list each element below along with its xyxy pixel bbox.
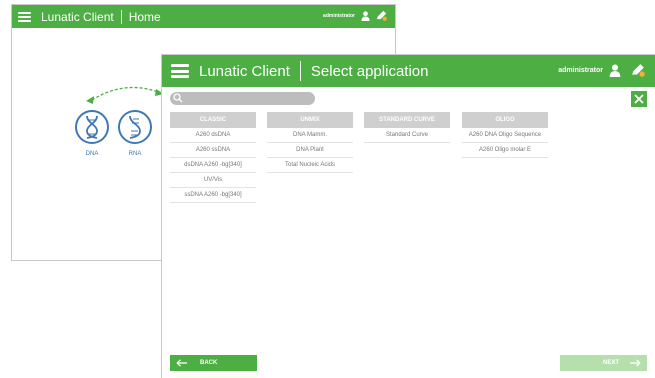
rna-app-label: RNA xyxy=(128,151,142,157)
user-name: administrator xyxy=(323,12,355,19)
header-title: Lunatic Client Select application xyxy=(199,61,428,81)
back-button[interactable]: BACK xyxy=(170,355,257,371)
column-oligo: OLIGO A260 DNA Oligo Sequence A260 Oligo… xyxy=(462,112,548,158)
select-application-window: Lunatic Client Select application admini… xyxy=(161,54,655,378)
column-standard-curve: STANDARD CURVE Standard Curve xyxy=(364,112,450,143)
menu-icon[interactable] xyxy=(18,11,31,22)
app-item[interactable]: DNA Plant xyxy=(267,143,353,158)
search-input[interactable] xyxy=(170,92,315,105)
app-title: Lunatic Client xyxy=(199,62,290,80)
home-header-bar: Lunatic Client Home administrator xyxy=(12,5,395,28)
column-unmix: UNMIX DNA Mamm. DNA Plant Total Nucleic … xyxy=(267,112,353,173)
page-title: Select application xyxy=(310,62,429,80)
column-header: UNMIX xyxy=(267,112,353,128)
column-classic: CLASSIC A260 dsDNA A260 ssDNA dsDNA A260… xyxy=(170,112,256,203)
select-header-bar: Lunatic Client Select application admini… xyxy=(162,55,655,87)
app-item[interactable]: Standard Curve xyxy=(364,128,450,143)
header-title: Lunatic Client Home xyxy=(41,9,161,24)
app-item[interactable]: A260 Oligo molar E xyxy=(462,143,548,158)
app-item[interactable]: A260 DNA Oligo Sequence xyxy=(462,128,548,143)
app-item[interactable]: A260 dsDNA xyxy=(170,128,256,143)
edit-icon[interactable] xyxy=(631,63,645,77)
app-title: Lunatic Client xyxy=(41,9,114,24)
page-title: Home xyxy=(128,9,161,24)
arrow-left-icon xyxy=(176,359,187,367)
app-item[interactable]: DNA Mamm. xyxy=(267,128,353,143)
column-header: CLASSIC xyxy=(170,112,256,128)
dna-icon xyxy=(86,115,98,139)
user-name: administrator xyxy=(558,66,603,74)
back-label: BACK xyxy=(200,360,218,366)
menu-icon[interactable] xyxy=(171,64,189,78)
title-divider xyxy=(299,61,301,81)
close-button[interactable] xyxy=(631,91,647,107)
user-area: administrator xyxy=(323,10,387,21)
user-icon[interactable] xyxy=(609,63,621,77)
column-header: STANDARD CURVE xyxy=(364,112,450,128)
dna-app-label: DNA xyxy=(85,151,99,157)
next-button[interactable]: NEXT xyxy=(560,355,647,371)
title-divider xyxy=(120,9,122,24)
app-item[interactable]: A260 ssDNA xyxy=(170,143,256,158)
dna-app-button[interactable] xyxy=(75,110,109,144)
close-icon xyxy=(634,94,644,104)
app-item[interactable]: UV/Vis xyxy=(170,173,256,188)
search-icon xyxy=(173,93,183,103)
app-item[interactable]: dsDNA A260 -bg[340] xyxy=(170,158,256,173)
next-label: NEXT xyxy=(602,360,619,366)
navigation-arrow xyxy=(86,86,164,104)
rna-icon xyxy=(129,115,141,139)
rna-app-button[interactable] xyxy=(118,110,152,144)
app-item[interactable]: Total Nucleic Acids xyxy=(267,158,353,173)
app-item[interactable]: ssDNA A260 -bg[340] xyxy=(170,188,256,203)
edit-icon[interactable] xyxy=(376,10,387,21)
user-area: administrator xyxy=(558,63,645,77)
arrow-right-icon xyxy=(630,359,641,367)
column-header: OLIGO xyxy=(462,112,548,128)
user-icon[interactable] xyxy=(361,10,370,21)
